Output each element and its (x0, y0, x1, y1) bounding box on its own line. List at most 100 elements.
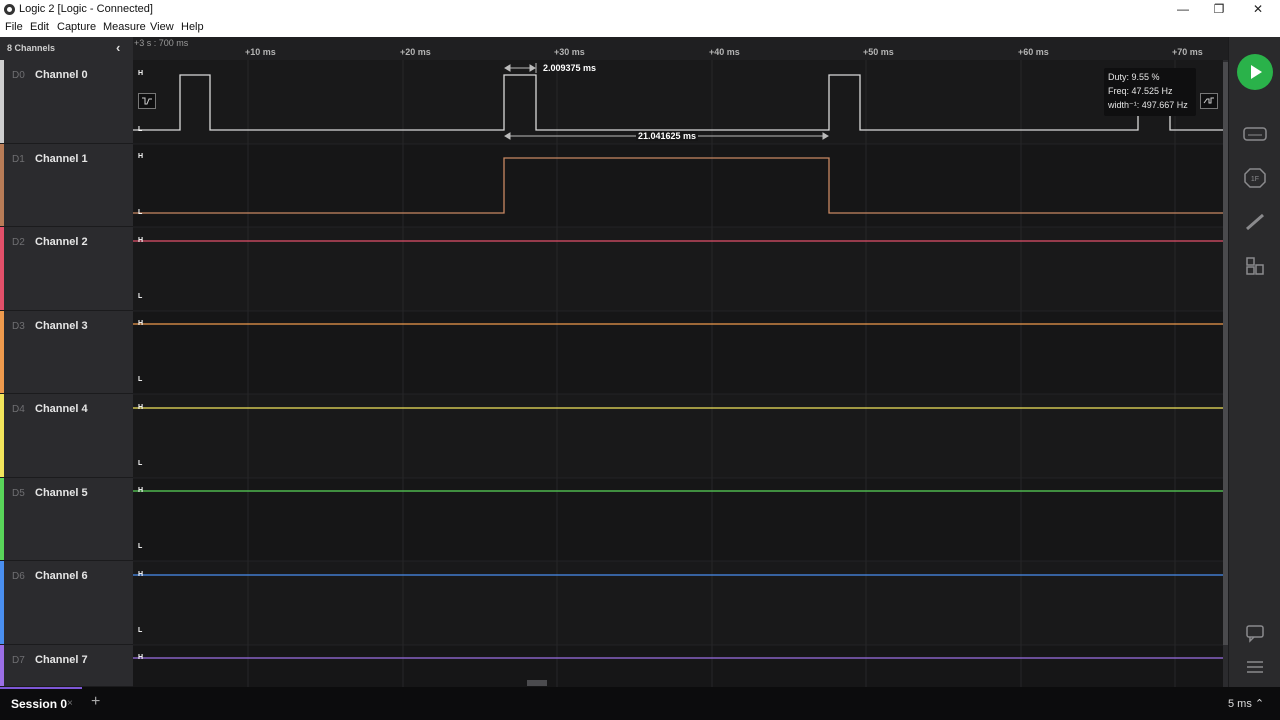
time-tick: +30 ms (554, 47, 585, 57)
channels-header: 8 Channels ‹ (0, 37, 133, 60)
time-tick: +40 ms (709, 47, 740, 57)
channel-color-stripe (0, 227, 4, 310)
right-panel: 1F (1229, 37, 1280, 687)
channel-count: 8 Channels (7, 43, 56, 53)
time-tick: +20 ms (400, 47, 431, 57)
session-tab[interactable]: Session 0 × (0, 687, 82, 720)
logic-app-icon (4, 4, 15, 15)
channel-row-3[interactable]: D3 Channel 3 (0, 311, 133, 394)
width-inverse-value: width⁻¹: 497.667 Hz (1108, 100, 1188, 110)
vertical-scrollbar[interactable] (1223, 60, 1228, 687)
freq-value: Freq: 47.525 Hz (1108, 86, 1173, 96)
add-session-button[interactable]: + (91, 693, 100, 711)
level-low-label: L (138, 209, 143, 216)
channel-name[interactable]: Channel 2 (35, 236, 88, 248)
menu-view[interactable]: View (150, 21, 174, 33)
layout-icon[interactable] (1242, 255, 1268, 277)
measurement-tooltip: Duty: 9.55 % Freq: 47.525 Hz width⁻¹: 49… (1104, 68, 1196, 116)
horizontal-scroll-handle[interactable] (527, 680, 547, 686)
level-low-label: L (138, 126, 143, 133)
time-ruler[interactable]: +3 s : 700 ms +10 ms +20 ms +30 ms +40 m… (133, 37, 1228, 60)
channel-index: D6 (12, 571, 25, 582)
window-title: Logic 2 [Logic - Connected] (19, 3, 153, 15)
channel-name[interactable]: Channel 7 (35, 654, 88, 666)
bottom-bar: Session 0 × + 5 ms ⌃ (0, 687, 1280, 720)
channel-name[interactable]: Channel 4 (35, 403, 88, 415)
channel-row-7[interactable]: D7 Channel 7 (0, 645, 133, 687)
menu-capture[interactable]: Capture (57, 21, 96, 33)
maximize-button[interactable]: ❐ (1201, 0, 1237, 19)
channel-index: D1 (12, 154, 25, 165)
analyzers-icon[interactable] (1242, 123, 1268, 145)
channel-color-stripe (0, 645, 4, 686)
channel-name[interactable]: Channel 0 (35, 69, 88, 81)
level-high-label: H (138, 320, 144, 327)
minimize-button[interactable]: — (1165, 0, 1201, 19)
duty-value: Duty: 9.55 % (1108, 72, 1160, 82)
time-tick: +10 ms (245, 47, 276, 57)
channel-index: D2 (12, 237, 25, 248)
time-origin: +3 s : 700 ms (134, 38, 189, 48)
level-high-label: H (138, 487, 144, 494)
channel-color-stripe (0, 561, 4, 644)
level-low-label: L (138, 543, 143, 550)
channel-index: D5 (12, 488, 25, 499)
trigger-falling-icon[interactable] (138, 93, 156, 109)
menu-file[interactable]: File (5, 21, 23, 33)
menu-measure[interactable]: Measure (103, 21, 146, 33)
close-button[interactable]: ✕ (1240, 0, 1276, 19)
pulse-width-measurement: 2.009375 ms (543, 63, 597, 73)
menu-bar: File Edit Capture Measure View Help (0, 19, 1280, 37)
menu-help[interactable]: Help (181, 21, 204, 33)
channel-color-stripe (0, 144, 4, 226)
level-low-label: L (138, 460, 143, 467)
channel-index: D4 (12, 404, 25, 415)
channel-color-stripe (0, 478, 4, 560)
waveform-canvas (133, 60, 1223, 687)
waveform-view[interactable]: H L H L H L H L H L H L H L H 2.009375 m… (133, 60, 1223, 687)
time-tick: +50 ms (863, 47, 894, 57)
level-high-label: H (138, 571, 144, 578)
channel-name[interactable]: Channel 5 (35, 487, 88, 499)
close-session-icon[interactable]: × (67, 698, 73, 709)
channel-row-5[interactable]: D5 Channel 5 (0, 478, 133, 561)
scrollbar-thumb[interactable] (1223, 62, 1228, 645)
level-high-label: H (138, 70, 144, 77)
channel-row-6[interactable]: D6 Channel 6 (0, 561, 133, 645)
channel-name[interactable]: Channel 6 (35, 570, 88, 582)
zoom-level[interactable]: 5 ms ⌃ (1228, 697, 1264, 710)
session-tab-label: Session 0 (11, 697, 68, 711)
measure-icon[interactable] (1242, 211, 1268, 233)
level-high-label: H (138, 404, 144, 411)
channel-row-2[interactable]: D2 Channel 2 (0, 227, 133, 311)
time-tick: +60 ms (1018, 47, 1049, 57)
svg-text:1F: 1F (1251, 176, 1259, 183)
title-bar: Logic 2 [Logic - Connected] — ❐ ✕ (0, 0, 1280, 19)
channel-index: D3 (12, 321, 25, 332)
menu-icon[interactable] (1242, 656, 1268, 678)
period-measurement: 21.041625 ms (636, 131, 699, 141)
level-low-label: L (138, 376, 143, 383)
trigger-rising-icon[interactable] (1200, 93, 1218, 109)
channel-1-trace (133, 157, 1223, 214)
menu-edit[interactable]: Edit (30, 21, 49, 33)
channel-row-0[interactable]: D0 Channel 0 (0, 60, 133, 144)
channel-name[interactable]: Channel 3 (35, 320, 88, 332)
channel-color-stripe (0, 60, 4, 143)
collapse-sidebar-icon[interactable]: ‹ (116, 40, 120, 55)
level-high-label: H (138, 237, 144, 244)
level-low-label: L (138, 293, 143, 300)
extensions-icon[interactable]: 1F (1242, 167, 1268, 189)
level-high-label: H (138, 153, 144, 160)
level-high-label: H (138, 654, 144, 661)
channel-index: D0 (12, 70, 25, 81)
channel-color-stripe (0, 394, 4, 477)
channel-row-4[interactable]: D4 Channel 4 (0, 394, 133, 478)
level-low-label: L (138, 627, 143, 634)
play-icon[interactable] (1237, 54, 1273, 90)
channel-index: D7 (12, 655, 25, 666)
channel-row-1[interactable]: D1 Channel 1 (0, 144, 133, 227)
time-tick: +70 ms (1172, 47, 1203, 57)
feedback-icon[interactable] (1242, 622, 1268, 644)
channel-name[interactable]: Channel 1 (35, 153, 88, 165)
